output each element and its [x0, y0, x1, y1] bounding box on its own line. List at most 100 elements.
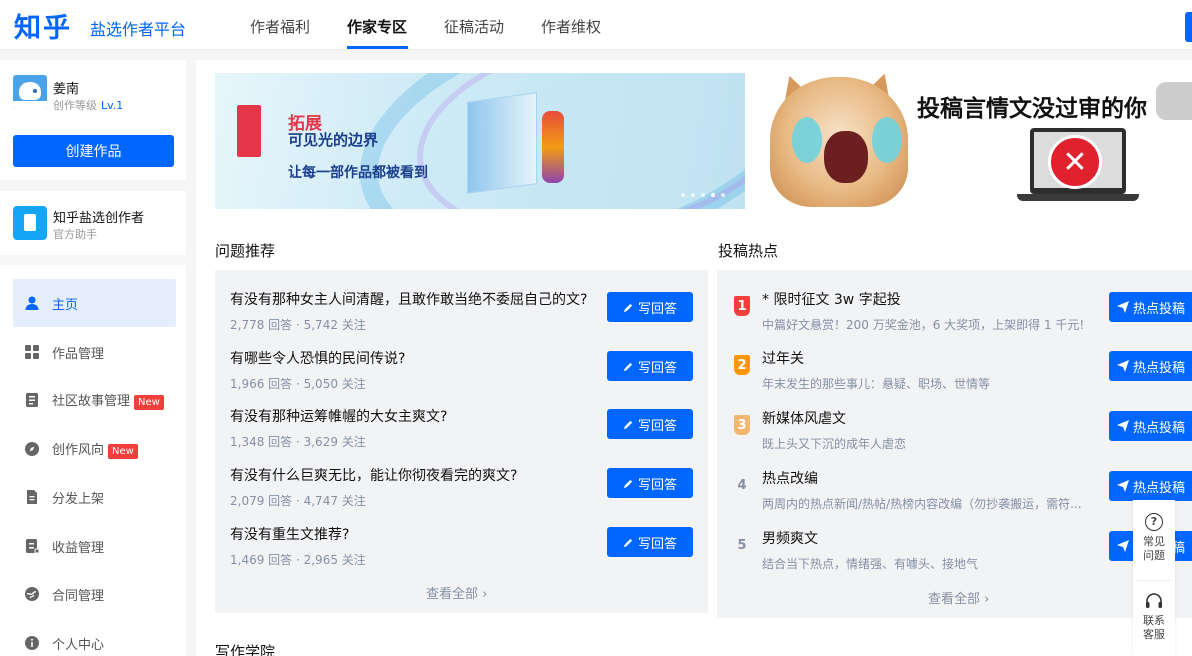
divider [1137, 580, 1171, 581]
hot-view-all-link[interactable]: 查看全部 › [928, 588, 989, 607]
hot-topic-title[interactable]: 热点改编 [762, 468, 818, 488]
question-row: 有哪些令人恐惧的民间传说? 1,966 回答 · 5,050 关注 写回答 [215, 339, 708, 398]
compass-icon [24, 441, 40, 457]
sidebar-item-label: 合同管理 [52, 588, 105, 604]
write-answer-button[interactable]: 写回答 [607, 351, 693, 381]
nav-writer-zone[interactable]: 作家专区 [347, 16, 407, 37]
hot-submit-button[interactable]: 热点投稿 [1109, 351, 1192, 381]
hot-topic-title[interactable]: 新媒体风虐文 [762, 408, 846, 428]
hot-submit-label: 热点投稿 [1133, 300, 1186, 316]
laptop-base [1017, 194, 1139, 201]
platform-title[interactable]: 盐选作者平台 [90, 16, 186, 40]
question-title[interactable]: 有没有重生文推荐? [230, 524, 349, 544]
faq-label: 常见问题 [1143, 535, 1165, 562]
send-icon [1117, 540, 1129, 552]
sidebar-item-works[interactable]: 作品管理 [13, 328, 176, 376]
write-answer-button[interactable]: 写回答 [607, 527, 693, 557]
sidebar-item-home[interactable]: 主页 [13, 279, 176, 327]
faq-button[interactable]: ? 常见问题 [1133, 513, 1175, 563]
sidebar-item-distribution[interactable]: 分发上架 [13, 473, 176, 521]
questions-panel: 有没有那种女主人间清醒，且敢作敢当绝不委屈自己的文? 2,778 回答 · 5,… [215, 270, 708, 613]
wallet-icon [24, 538, 40, 554]
question-title[interactable]: 有哪些令人恐惧的民间传说? [230, 348, 405, 368]
new-badge: New [108, 444, 138, 459]
carousel-dots[interactable] [681, 193, 725, 197]
zhihu-logo[interactable]: 知乎 [14, 6, 72, 45]
sidebar-item-label: 分发上架 [52, 491, 105, 507]
grid-icon [24, 344, 40, 360]
contact-support-button[interactable]: 联系客服 [1133, 592, 1175, 642]
write-answer-button[interactable]: 写回答 [607, 468, 693, 498]
write-answer-label: 写回答 [637, 359, 677, 375]
sidebar-item-revenue[interactable]: 收益管理 [13, 522, 176, 570]
headset-icon [1144, 592, 1164, 610]
nav-author-rights[interactable]: 作者维权 [541, 16, 601, 37]
create-work-button[interactable]: 创建作品 [13, 135, 174, 167]
hot-topic-desc: 年末发生的那些事儿：悬疑、职场、世情等 [762, 377, 991, 391]
user-name[interactable]: 姜南 [53, 78, 79, 97]
send-icon [1117, 480, 1129, 492]
hot-submit-button[interactable]: 热点投稿 [1109, 411, 1192, 441]
globe-icon [24, 586, 40, 602]
hot-topic-row: 2 过年关 年末发生的那些事儿：悬疑、职场、世情等 热点投稿 [717, 339, 1192, 398]
sidebar-item-community-stories[interactable]: 社区故事管理 New [13, 376, 176, 424]
sidebar-item-label: 作品管理 [52, 346, 105, 362]
hot-topic-row: 4 热点改编 两周内的热点新闻/热帖/热榜内容改编（勿抄袭搬运，需符... 热点… [717, 459, 1192, 518]
sidebar-item-label: 收益管理 [52, 540, 105, 556]
hot-topic-desc: 结合当下热点，情绪强、有噱头、接地气 [762, 557, 979, 571]
hot-topic-title[interactable]: * 限时征文 3w 字起投 [762, 289, 901, 309]
pencil-icon [623, 420, 633, 429]
sidebar-item-text: 社区故事管理 [52, 394, 131, 409]
active-nav-indicator [347, 46, 408, 49]
write-answer-button[interactable]: 写回答 [607, 409, 693, 439]
avatar[interactable] [13, 75, 47, 109]
view-all-label: 查看全部 [928, 592, 981, 607]
hot-topic-desc: 中篇好文悬赏！200 万奖金池，6 大奖项，上架即得 1 千元! [762, 318, 1085, 332]
hot-topic-row: 5 男频爽文 结合当下热点，情绪强、有噱头、接地气 热点投稿 [717, 519, 1192, 578]
banner-expand-boundaries[interactable]: 拓展 可见光的边界 让每一部作品都被看到 [215, 73, 745, 209]
user-icon [24, 295, 40, 311]
pencil-icon [623, 303, 633, 312]
sidebar-item-label: 个人中心 [52, 637, 105, 653]
nav-submission-events[interactable]: 征稿活动 [444, 16, 504, 37]
write-answer-button[interactable]: 写回答 [607, 292, 693, 322]
hot-topic-title[interactable]: 男频爽文 [762, 528, 818, 548]
cat-mouth [824, 131, 868, 183]
sidebar-item-text: 创作风向 [52, 443, 105, 458]
user-level: 创作等级 Lv.1 [53, 97, 123, 113]
banner-flag [237, 105, 261, 157]
banner-line3: 让每一部作品都被看到 [288, 165, 428, 181]
questions-view-all-link[interactable]: 查看全部 › [426, 583, 487, 602]
hot-submit-label: 热点投稿 [1133, 359, 1186, 375]
write-answer-label: 写回答 [637, 476, 677, 492]
nav-author-benefits[interactable]: 作者福利 [250, 16, 310, 37]
sidebar-item-contracts[interactable]: 合同管理 [13, 570, 176, 618]
hot-submit-button[interactable]: 热点投稿 [1109, 292, 1192, 322]
banner-crying-cat[interactable]: 投稿言情文没过审的你 ✕ [752, 73, 1192, 209]
edge-tab[interactable] [1185, 12, 1192, 42]
sidebar-item-label: 主页 [52, 297, 79, 313]
question-row: 有没有重生文推荐? 1,469 回答 · 2,965 关注 写回答 [215, 515, 708, 574]
question-title[interactable]: 有没有什么巨爽无比，能让你彻夜看完的爽文? [230, 465, 517, 485]
chevron-right-icon: › [984, 592, 990, 607]
assistant-subtitle: 官方助手 [53, 228, 97, 241]
question-stats: 1,469 回答 · 2,965 关注 [230, 553, 366, 567]
question-title[interactable]: 有没有那种女主人间清醒，且敢作敢当绝不委屈自己的文? [230, 289, 587, 309]
hot-topic-desc: 两周内的热点新闻/热帖/热榜内容改编（勿抄袭搬运，需符... [762, 497, 1082, 511]
hot-topic-title[interactable]: 过年关 [762, 348, 804, 368]
cat-tear [792, 117, 822, 163]
document-icon [24, 392, 40, 408]
user-level-value: Lv.1 [101, 99, 124, 112]
banner-caption: 投稿言情文没过审的你 [917, 96, 1147, 122]
banner-line2: 可见光的边界 [288, 131, 379, 149]
sidebar-item-trends[interactable]: 创作风向 New [13, 425, 176, 473]
question-stats: 2,778 回答 · 5,742 关注 [230, 318, 366, 332]
sidebar-item-profile[interactable]: 个人中心 [13, 619, 176, 656]
hot-submit-button[interactable]: 热点投稿 [1109, 471, 1192, 501]
chevron-right-icon: › [482, 587, 488, 602]
pencil-icon [623, 479, 633, 488]
banner-swirl [400, 73, 745, 209]
banner-next-arrow[interactable] [1156, 82, 1192, 120]
question-title[interactable]: 有没有那种运筹帷幄的大女主爽文? [230, 406, 447, 426]
rank-badge: 1 [734, 296, 750, 316]
